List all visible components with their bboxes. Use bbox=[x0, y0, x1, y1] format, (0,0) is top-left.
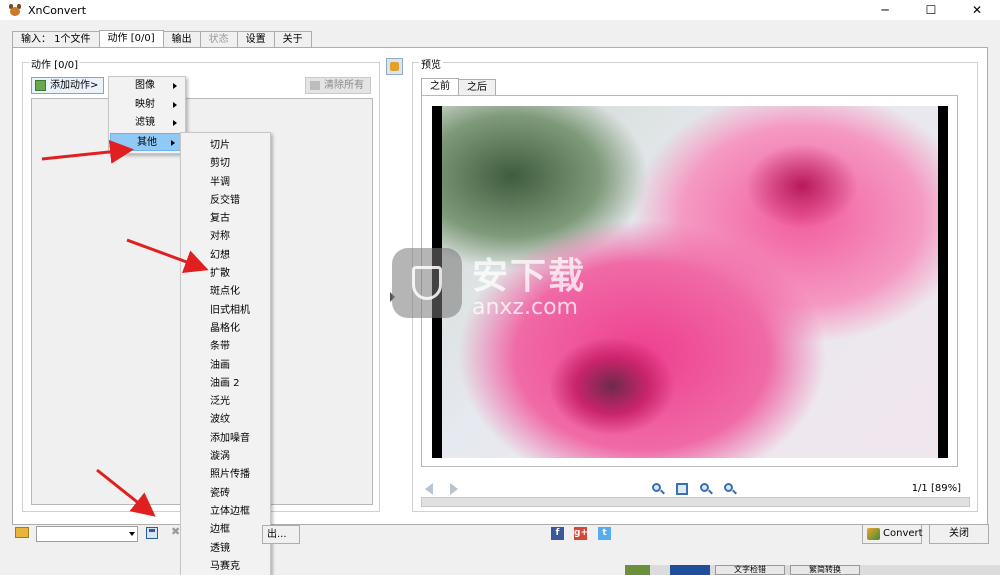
submenu-item[interactable]: 瓷砖 bbox=[181, 485, 270, 503]
xnconvert-app-icon bbox=[8, 3, 22, 17]
submenu-item[interactable]: 对称 bbox=[181, 228, 270, 246]
submenu-item[interactable]: 半调 bbox=[181, 174, 270, 192]
page-info: 1/1 [89%] bbox=[911, 483, 961, 494]
submenu-item[interactable]: 扩散 bbox=[181, 265, 270, 283]
submenu-item[interactable]: 马赛克 bbox=[181, 558, 270, 575]
actions-group-label: 动作 [0/0] bbox=[29, 56, 81, 71]
menu-item-label: 映射 bbox=[135, 98, 155, 110]
background-window-strip: 文字检错 繁简转换 bbox=[625, 565, 1000, 575]
fit-to-window-icon[interactable] bbox=[675, 482, 689, 496]
submenu-item[interactable]: 复古 bbox=[181, 210, 270, 228]
tab-output[interactable]: 输出 bbox=[162, 31, 201, 48]
preview-toggle-button[interactable] bbox=[386, 58, 403, 75]
preview-group-label: 预览 bbox=[419, 56, 443, 71]
menu-item-label: 其他 bbox=[137, 136, 157, 148]
clear-all-label: 清除所有 bbox=[324, 80, 364, 91]
watermark-cn: 安下载 bbox=[472, 255, 587, 297]
submenu-item[interactable]: 斑点化 bbox=[181, 283, 270, 301]
google-plus-icon[interactable]: g+ bbox=[574, 527, 588, 540]
watermark-en: anxz.com bbox=[472, 294, 578, 320]
title-bar: XnConvert ─ ☐ ✕ bbox=[0, 0, 1000, 20]
submenu-arrow-icon bbox=[171, 139, 175, 146]
menu-item-filter[interactable]: 滤镜 bbox=[109, 114, 185, 133]
clear-icon bbox=[310, 81, 320, 90]
preview-scrollbar[interactable] bbox=[421, 497, 970, 507]
menu-item-map[interactable]: 映射 bbox=[109, 96, 185, 115]
minimize-button[interactable]: ─ bbox=[862, 0, 908, 20]
submenu-item[interactable]: 旧式相机 bbox=[181, 302, 270, 320]
tab-status: 状态 bbox=[199, 31, 238, 48]
submenu-item[interactable]: 添加噪音 bbox=[181, 430, 270, 448]
submenu-arrow-icon bbox=[173, 83, 177, 89]
submenu-arrow-icon bbox=[173, 101, 177, 108]
maximize-button[interactable]: ☐ bbox=[908, 0, 954, 20]
bg-button-2: 繁简转换 bbox=[790, 565, 860, 575]
other-submenu: 切片 剪切 半调 反交错 复古 对称 幻想 扩散 斑点化 旧式相机 晶格化 条带… bbox=[180, 132, 271, 575]
submenu-item[interactable]: 波纹 bbox=[181, 411, 270, 429]
convert-button[interactable]: Convert bbox=[862, 524, 923, 544]
submenu-item[interactable]: 泛光 bbox=[181, 393, 270, 411]
close-window-button[interactable]: ✕ bbox=[954, 0, 1000, 20]
menu-item-label: 滤镜 bbox=[135, 117, 155, 128]
submenu-item[interactable]: 幻想 bbox=[181, 247, 270, 265]
preset-combo[interactable] bbox=[36, 526, 138, 542]
clear-all-button: 清除所有 bbox=[305, 77, 371, 94]
tab-after[interactable]: 之后 bbox=[458, 79, 496, 95]
submenu-item[interactable]: 剪切 bbox=[181, 155, 270, 173]
submenu-item[interactable]: 反交错 bbox=[181, 192, 270, 210]
tab-about[interactable]: 关于 bbox=[273, 31, 312, 48]
submenu-item[interactable]: 油画 bbox=[181, 357, 270, 375]
bg-button-1: 文字检错 bbox=[715, 565, 785, 575]
twitter-icon[interactable]: t bbox=[598, 527, 611, 540]
convert-label: Convert bbox=[883, 528, 923, 539]
open-folder-icon[interactable] bbox=[15, 527, 29, 538]
submenu-item[interactable]: 漩涡 bbox=[181, 448, 270, 466]
convert-icon bbox=[867, 528, 880, 540]
add-action-label: 添加动作> bbox=[50, 80, 99, 91]
chevron-down-icon bbox=[129, 532, 135, 536]
menu-item-image[interactable]: 图像 bbox=[109, 77, 185, 96]
actual-size-icon[interactable] bbox=[699, 482, 713, 496]
add-action-icon bbox=[35, 80, 46, 91]
delete-icon[interactable]: ✖ bbox=[171, 526, 181, 537]
submenu-item[interactable]: 油画 2 bbox=[181, 375, 270, 393]
tab-actions[interactable]: 动作 [0/0] bbox=[98, 30, 164, 48]
load-button[interactable]: 出... bbox=[262, 525, 300, 544]
zoom-out-icon[interactable] bbox=[723, 482, 737, 496]
submenu-arrow-icon bbox=[173, 120, 177, 126]
tab-before[interactable]: 之前 bbox=[421, 78, 459, 95]
previous-arrow-icon[interactable] bbox=[423, 482, 437, 496]
save-icon[interactable] bbox=[146, 527, 158, 539]
shield-icon bbox=[392, 248, 462, 318]
close-button[interactable]: 关闭 bbox=[929, 524, 989, 544]
zoom-in-icon[interactable] bbox=[651, 482, 665, 496]
menu-item-label: 图像 bbox=[135, 80, 155, 91]
next-arrow-icon[interactable] bbox=[447, 482, 461, 496]
submenu-item[interactable]: 条带 bbox=[181, 338, 270, 356]
tab-input[interactable]: 输入： 1个文件 bbox=[12, 31, 100, 48]
facebook-icon[interactable]: f bbox=[551, 527, 564, 540]
watermark: 安下载 anxz.com bbox=[392, 238, 612, 328]
add-action-button[interactable]: 添加动作> bbox=[31, 77, 105, 94]
menu-item-other[interactable]: 其他 bbox=[110, 132, 184, 151]
window-title: XnConvert bbox=[28, 3, 87, 17]
submenu-item[interactable]: 照片传播 bbox=[181, 466, 270, 484]
submenu-item[interactable]: 晶格化 bbox=[181, 320, 270, 338]
tab-settings[interactable]: 设置 bbox=[236, 31, 275, 48]
main-tabs: 输入： 1个文件 动作 [0/0] 输出 状态 设置 关于 bbox=[12, 30, 312, 48]
submenu-item[interactable]: 切片 bbox=[181, 137, 270, 155]
add-action-menu: 图像 映射 滤镜 其他 bbox=[108, 76, 186, 154]
bottom-bar: ✖ 出... f g+ t Convert 关闭 bbox=[0, 510, 1000, 555]
